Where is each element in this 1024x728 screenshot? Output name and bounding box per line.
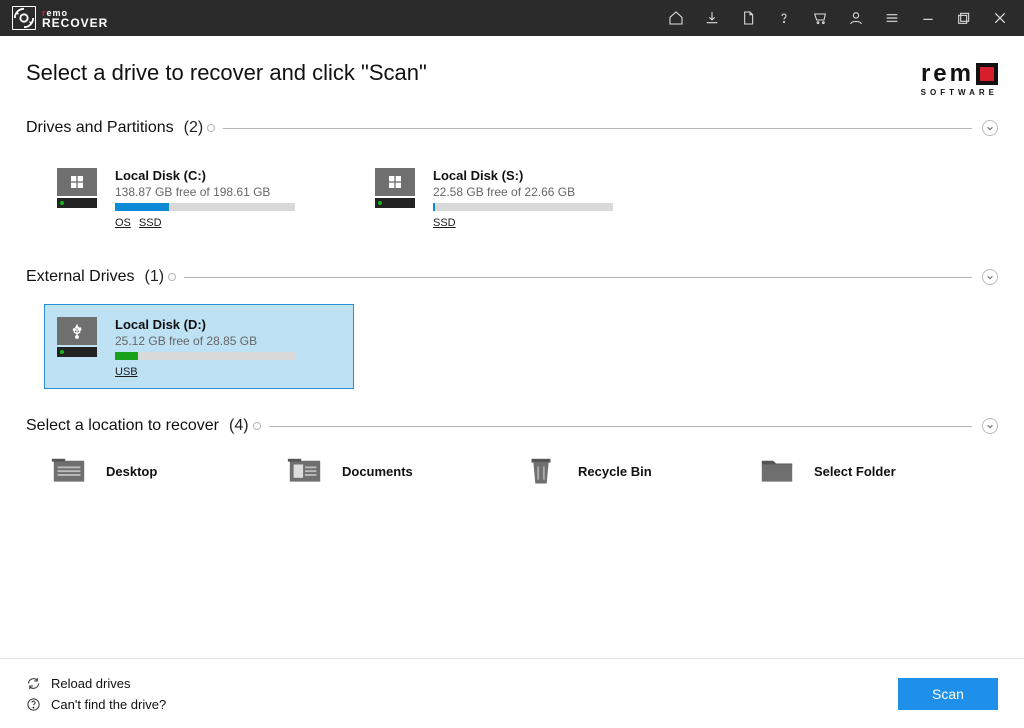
location-label: Select Folder — [814, 464, 896, 479]
drive-tag[interactable]: OS — [115, 217, 131, 229]
location-label: Recycle Bin — [578, 464, 652, 479]
main-content: Select a drive to recover and click "Sca… — [0, 36, 1024, 658]
drive-name: Local Disk (C:) — [115, 168, 337, 183]
download-icon[interactable] — [694, 0, 730, 36]
drive-usage-bar — [115, 203, 295, 211]
drive-subtitle: 25.12 GB free of 28.85 GB — [115, 334, 337, 348]
section-select-location: Select a location to recover (4) — [26, 417, 998, 435]
drive-icon — [57, 168, 97, 208]
app-logo-icon — [12, 6, 36, 30]
drive-subtitle: 22.58 GB free of 22.66 GB — [433, 185, 655, 199]
titlebar: remo RECOVER — [0, 0, 1024, 36]
drive-usage-bar — [115, 352, 295, 360]
drive-tags: OS SSD — [115, 217, 337, 229]
location-label: Documents — [342, 464, 413, 479]
close-icon[interactable] — [982, 0, 1018, 36]
section-count: (2) — [184, 119, 204, 137]
folder-icon — [758, 455, 796, 487]
drive-card[interactable]: Local Disk (D:) 25.12 GB free of 28.85 GB… — [44, 304, 354, 389]
user-icon[interactable] — [838, 0, 874, 36]
location-item[interactable]: Recycle Bin — [522, 455, 758, 487]
maximize-icon[interactable] — [946, 0, 982, 36]
cant-find-drive-label: Can't find the drive? — [51, 697, 166, 712]
reload-drives-link[interactable]: Reload drives — [26, 676, 166, 691]
drive-name: Local Disk (D:) — [115, 317, 337, 332]
app-logo-text: remo RECOVER — [42, 8, 108, 28]
section-title: Select a location to recover — [26, 417, 219, 435]
drive-card[interactable]: Local Disk (C:) 138.87 GB free of 198.61 … — [44, 155, 354, 240]
document-icon[interactable] — [730, 0, 766, 36]
scan-button[interactable]: Scan — [898, 678, 998, 710]
page-title: Select a drive to recover and click "Sca… — [26, 60, 427, 86]
section-count: (4) — [229, 417, 249, 435]
collapse-icon[interactable] — [982, 120, 998, 136]
reload-drives-label: Reload drives — [51, 676, 131, 691]
section-count: (1) — [144, 268, 164, 286]
section-drives-partitions: Drives and Partitions (2) — [26, 119, 998, 137]
desktop-icon — [50, 455, 88, 487]
drive-tag[interactable]: USB — [115, 366, 138, 378]
drive-name: Local Disk (S:) — [433, 168, 655, 183]
drive-tags: USB — [115, 366, 337, 378]
location-item[interactable]: Desktop — [50, 455, 286, 487]
cart-icon[interactable] — [802, 0, 838, 36]
drive-icon — [57, 317, 97, 357]
section-title: External Drives — [26, 268, 134, 286]
drive-usage-bar — [433, 203, 613, 211]
product-text: RECOVER — [42, 18, 108, 28]
drive-icon — [375, 168, 415, 208]
location-label: Desktop — [106, 464, 157, 479]
drive-tag[interactable]: SSD — [433, 217, 456, 229]
cant-find-drive-link[interactable]: Can't find the drive? — [26, 697, 166, 712]
location-item[interactable]: Documents — [286, 455, 522, 487]
app-logo: remo RECOVER — [6, 6, 108, 30]
section-external-drives: External Drives (1) — [26, 268, 998, 286]
documents-icon — [286, 455, 324, 487]
partitions-row: Local Disk (C:) 138.87 GB free of 198.61 … — [26, 155, 998, 240]
drive-tag[interactable]: SSD — [139, 217, 162, 229]
drive-subtitle: 138.87 GB free of 198.61 GB — [115, 185, 337, 199]
section-title: Drives and Partitions — [26, 119, 174, 137]
footer: Reload drives Can't find the drive? Scan — [0, 658, 1024, 728]
drive-card[interactable]: Local Disk (S:) 22.58 GB free of 22.66 GB… — [362, 155, 672, 240]
collapse-icon[interactable] — [982, 269, 998, 285]
menu-icon[interactable] — [874, 0, 910, 36]
help-icon[interactable] — [766, 0, 802, 36]
software-label: SOFTWARE — [921, 88, 998, 97]
recycle-icon — [522, 455, 560, 487]
minimize-icon[interactable] — [910, 0, 946, 36]
locations-row: Desktop Documents Recycle Bin Select Folder — [26, 455, 998, 487]
location-item[interactable]: Select Folder — [758, 455, 994, 487]
drive-tags: SSD — [433, 217, 655, 229]
home-icon[interactable] — [658, 0, 694, 36]
external-row: Local Disk (D:) 25.12 GB free of 28.85 GB… — [26, 304, 998, 389]
remo-software-logo: rem SOFTWARE — [921, 60, 998, 97]
collapse-icon[interactable] — [982, 418, 998, 434]
